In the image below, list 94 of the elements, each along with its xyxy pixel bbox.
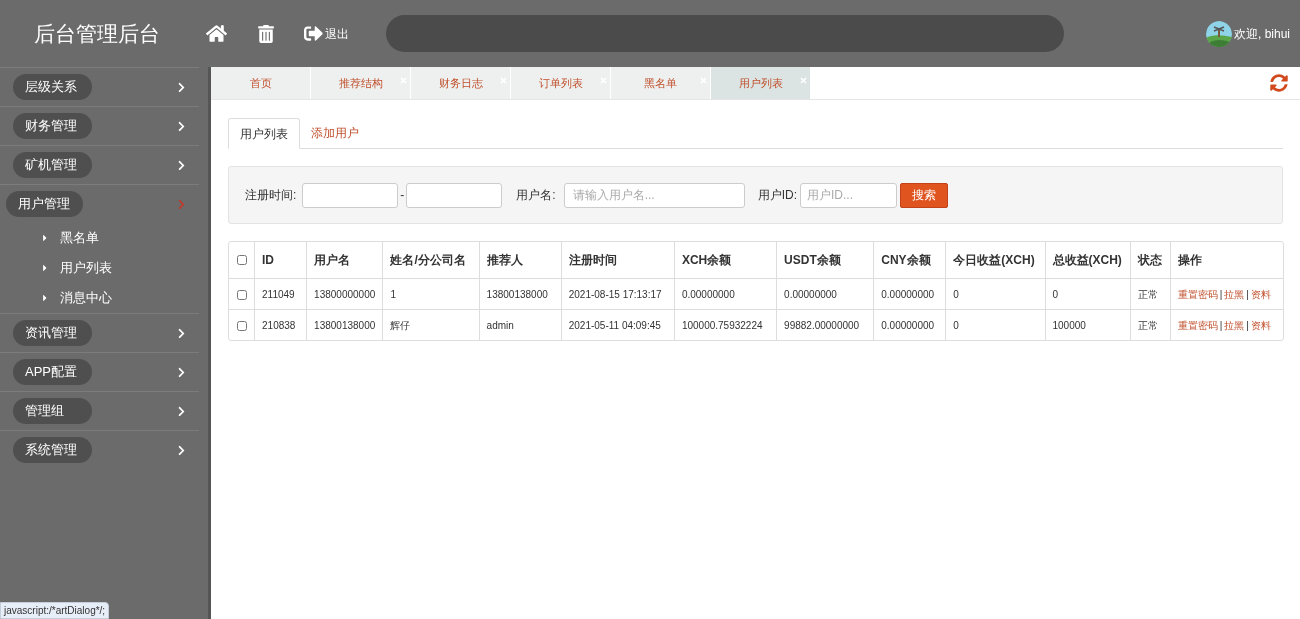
link-separator: | (1219, 287, 1223, 302)
table-cell: 辉仔 (383, 309, 480, 340)
table-cell: 0.00000000 (874, 278, 947, 309)
content-tab[interactable]: 用户列表 (228, 118, 300, 149)
column-header: CNY余额 (874, 242, 947, 278)
table-cell: 2021-05-11 04:09:45 (561, 309, 675, 340)
sidebar-item[interactable]: 层级关系 (0, 68, 199, 106)
userid-field[interactable]: 用户ID... (800, 182, 898, 208)
page-tab[interactable]: 推荐结构 (311, 67, 411, 99)
table-cell: 99882.00000000 (777, 309, 875, 340)
field-label: 用户名: (516, 187, 556, 204)
table-cell: 13800138000 (479, 278, 562, 309)
sidebar-item[interactable]: 用户管理 (0, 185, 199, 223)
sidebar-item[interactable]: 矿机管理 (0, 146, 199, 184)
select-all-checkbox[interactable] (236, 255, 247, 265)
action-link[interactable]: 资料 (1250, 317, 1271, 333)
logout-icon (304, 24, 323, 43)
page-tab[interactable]: 黑名单 (611, 67, 711, 99)
sidebar-subitem[interactable]: 用户列表 (0, 253, 199, 283)
link-separator: | (1246, 287, 1249, 302)
action-link[interactable]: 重置密码 (1177, 286, 1218, 302)
column-header: 今日收益(XCH) (946, 242, 1046, 278)
column-header: ID (255, 242, 308, 278)
chevron-icon (176, 120, 187, 132)
logout-button[interactable]: 退出 (304, 24, 349, 43)
search-bar[interactable] (386, 15, 1064, 52)
action-link[interactable]: 资料 (1250, 286, 1271, 302)
link-separator: | (1219, 318, 1223, 333)
table-cell: 2021-08-15 17:13:17 (561, 278, 675, 309)
refresh-icon[interactable] (1270, 74, 1288, 92)
action-link[interactable]: 重置密码 (1177, 317, 1218, 333)
chevron-icon (176, 159, 187, 171)
column-header: 操作 (1176, 252, 1203, 269)
page-tab[interactable]: 用户列表 (711, 67, 811, 99)
table-cell: 100000.75932224 (674, 309, 778, 340)
date-field[interactable] (302, 182, 399, 208)
table-cell: 0 (1045, 278, 1131, 309)
column-header: USDT余额 (777, 242, 875, 278)
chevron-icon (176, 81, 187, 93)
content-tab[interactable]: 添加用户 (300, 118, 370, 148)
column-header: 姓名/分公司名 (383, 242, 480, 278)
table-cell: 0 (946, 309, 1046, 340)
table-cell: 0 (946, 278, 1046, 309)
range-separator: - (400, 187, 405, 204)
field-label: 用户ID: (757, 187, 798, 204)
table-cell: 1 (383, 278, 480, 309)
avatar (1205, 20, 1232, 47)
close-icon[interactable] (800, 77, 807, 84)
column-header: 总收益(XCH) (1045, 242, 1131, 278)
table-cell: 0.00000000 (674, 278, 778, 309)
column-header: 用户名 (307, 242, 384, 278)
app-title: 后台管理后台 (33, 20, 160, 47)
table-cell: 正常 (1130, 278, 1171, 309)
link-separator: | (1246, 318, 1249, 333)
sidebar-item[interactable]: 财务管理 (0, 107, 199, 145)
table-cell: 正常 (1130, 309, 1171, 340)
sidebar-subitem[interactable]: 黑名单 (0, 223, 199, 253)
table-cell: 210838 (255, 309, 308, 340)
column-header: XCH余额 (674, 242, 778, 278)
sidebar-item[interactable]: 系统管理 (0, 431, 199, 469)
page-tab[interactable]: 订单列表 (511, 67, 611, 99)
username-field[interactable]: 请输入用户名... (563, 182, 745, 208)
row-checkbox[interactable] (236, 289, 247, 300)
page-tab[interactable]: 首页 (211, 67, 311, 99)
sidebar-subitem[interactable]: 消息中心 (0, 283, 199, 313)
chevron-icon (176, 327, 187, 339)
table-cell: admin (479, 309, 562, 340)
column-header: 注册时间 (561, 242, 675, 278)
table-cell: 0.00000000 (777, 278, 875, 309)
status-bar: javascript:/*artDialog*/; (0, 602, 110, 619)
chevron-icon (176, 405, 187, 417)
table-cell: 211049 (255, 278, 308, 309)
welcome-text: 欢迎, bihui (1233, 25, 1290, 43)
page-tab[interactable]: 财务日志 (411, 67, 511, 99)
column-header: 状态 (1130, 242, 1171, 278)
sidebar-item[interactable]: 资讯管理 (0, 314, 199, 352)
chevron-icon (176, 198, 187, 210)
sidebar-item[interactable]: 管理组 (0, 392, 199, 430)
sidebar-item[interactable]: APP配置 (0, 353, 199, 391)
action-link[interactable]: 拉黑 (1224, 317, 1245, 333)
table-cell: 13800138000 (307, 309, 384, 340)
date-field[interactable] (406, 182, 503, 208)
trash-icon[interactable] (257, 24, 275, 43)
action-link[interactable]: 拉黑 (1224, 286, 1245, 302)
table-cell: 100000 (1045, 309, 1131, 340)
table-cell: 0.00000000 (874, 309, 947, 340)
search-button[interactable]: 搜索 (900, 182, 949, 208)
column-header: 推荐人 (479, 242, 562, 278)
chevron-icon (176, 444, 187, 456)
field-label: 注册时间: (245, 187, 297, 204)
chevron-icon (176, 366, 187, 378)
row-checkbox[interactable] (236, 320, 247, 331)
home-icon[interactable] (206, 23, 227, 44)
table-cell: 13800000000 (307, 278, 384, 309)
